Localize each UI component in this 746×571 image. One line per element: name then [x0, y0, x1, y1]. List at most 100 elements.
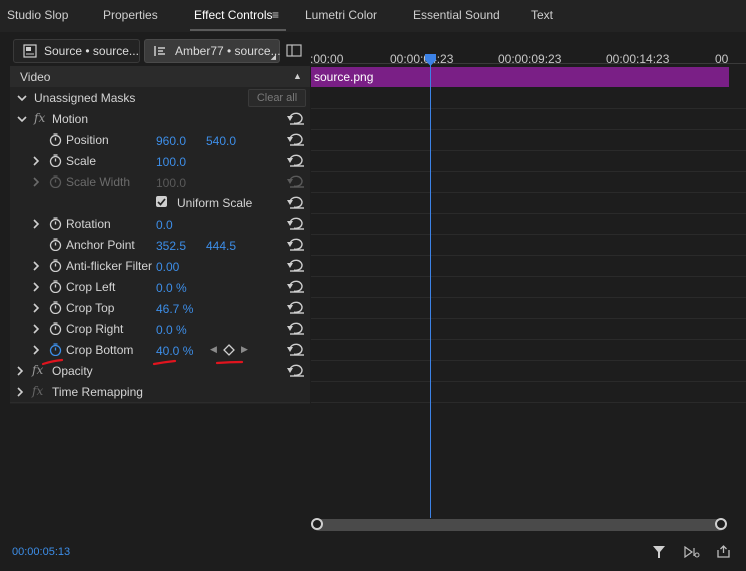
collapse-up-icon[interactable]: ▲ — [293, 71, 302, 81]
crop-top-value[interactable]: 46.7 % — [156, 302, 193, 316]
reset-icon[interactable] — [287, 238, 305, 251]
anti-flicker-filter-label: Anti-flicker Filter — [66, 259, 153, 273]
video-section-title: Video — [20, 70, 51, 84]
chevron-right-icon[interactable] — [30, 323, 42, 335]
stopwatch-icon[interactable] — [49, 175, 62, 188]
position-value[interactable]: 960.0 — [156, 134, 186, 148]
scale-value[interactable]: 100.0 — [156, 155, 186, 169]
filter-icon[interactable] — [652, 545, 666, 559]
timeline-grid-line — [311, 381, 746, 382]
panel-tab-bar: Studio Slop Properties Effect Controls ≡… — [0, 0, 746, 32]
reset-icon[interactable] — [287, 154, 305, 167]
timeline-grid-line — [311, 108, 746, 109]
unassigned-masks-row: Unassigned Masks Clear all — [10, 87, 310, 109]
timeline-grid-line — [311, 318, 746, 319]
stopwatch-icon[interactable] — [49, 322, 62, 335]
stopwatch-icon[interactable] — [49, 238, 62, 251]
property-row-crop-left: Crop Left 0.0 % — [10, 276, 310, 298]
anti-flicker-filter-value[interactable]: 0.00 — [156, 260, 179, 274]
anchor-point-value[interactable]: 352.5 — [156, 239, 186, 253]
clip-bar[interactable]: source.png — [311, 67, 729, 87]
sequence-clip-button[interactable]: Amber77 • source... ◢ — [144, 39, 281, 63]
scrollbar-right-handle[interactable] — [715, 518, 727, 530]
time-remapping-effect-row: fx Time Remapping — [10, 381, 310, 403]
unassigned-masks-label: Unassigned Masks — [34, 91, 136, 105]
playback-icon[interactable] — [684, 546, 700, 558]
reset-icon[interactable] — [287, 301, 305, 314]
chevron-right-icon[interactable] — [30, 218, 42, 230]
timeline-grid-line — [311, 171, 746, 172]
current-timecode[interactable]: 00:00:05:13 — [12, 546, 70, 558]
tab-properties[interactable]: Properties — [103, 8, 158, 22]
stopwatch-icon[interactable] — [49, 343, 62, 356]
property-row-anchor-point: Anchor Point 352.5 444.5 — [10, 234, 310, 256]
stopwatch-icon[interactable] — [49, 217, 62, 230]
property-row-rotation: Rotation 0.0 — [10, 213, 310, 235]
chevron-right-icon[interactable] — [30, 155, 42, 167]
stopwatch-icon[interactable] — [49, 154, 62, 167]
tab-studio-slop[interactable]: Studio Slop — [7, 8, 68, 22]
playhead-line[interactable] — [430, 60, 431, 518]
previous-keyframe-icon[interactable]: ◀ — [210, 344, 217, 355]
reset-icon[interactable] — [287, 364, 305, 377]
crop-right-value[interactable]: 0.0 % — [156, 323, 187, 337]
rotation-label: Rotation — [66, 217, 111, 231]
keyframe-diamond-icon[interactable] — [223, 344, 235, 356]
toggle-timeline-view-icon[interactable] — [286, 44, 302, 57]
timeline-grid-line — [311, 360, 746, 361]
reset-icon[interactable] — [287, 280, 305, 293]
panel-menu-icon[interactable]: ≡ — [272, 8, 279, 22]
chevron-right-icon[interactable] — [30, 344, 42, 356]
fx-icon[interactable]: fx — [34, 111, 45, 125]
chevron-right-icon[interactable] — [30, 302, 42, 314]
scale-width-value[interactable]: 100.0 — [156, 176, 186, 190]
chevron-right-icon[interactable] — [30, 260, 42, 272]
reset-icon[interactable] — [287, 343, 305, 356]
source-clip-icon — [23, 44, 37, 58]
position-value-2[interactable]: 540.0 — [206, 134, 236, 148]
reset-icon[interactable] — [287, 112, 305, 125]
chevron-right-icon[interactable] — [30, 281, 42, 293]
reset-icon[interactable] — [287, 175, 305, 188]
chevron-right-icon[interactable] — [14, 365, 26, 377]
reset-icon[interactable] — [287, 196, 305, 209]
playhead-handle-icon[interactable] — [424, 53, 437, 67]
source-clip-label: Source • source... — [44, 44, 139, 58]
uniform-scale-checkbox[interactable] — [156, 196, 167, 207]
clip-name: source.png — [314, 70, 374, 84]
clear-all-button[interactable]: Clear all — [248, 89, 306, 107]
timeline-grid-line — [311, 150, 746, 151]
reset-icon[interactable] — [287, 322, 305, 335]
reset-icon[interactable] — [287, 133, 305, 146]
timeline-zoom-scrollbar[interactable] — [311, 518, 727, 531]
tab-essential-sound[interactable]: Essential Sound — [413, 8, 500, 22]
reset-icon[interactable] — [287, 217, 305, 230]
timeline-grid-line — [311, 192, 746, 193]
stopwatch-icon[interactable] — [49, 280, 62, 293]
export-icon[interactable] — [716, 545, 731, 558]
property-row-scale-width: Scale Width 100.0 — [10, 171, 310, 193]
source-clip-button[interactable]: Source • source... — [13, 39, 140, 63]
crop-bottom-label: Crop Bottom — [66, 343, 134, 357]
motion-effect-row: fx Motion — [10, 108, 310, 130]
timeline-grid-line — [311, 339, 746, 340]
chevron-right-icon[interactable] — [14, 386, 26, 398]
tab-text[interactable]: Text — [531, 8, 553, 22]
stopwatch-icon[interactable] — [49, 133, 62, 146]
chevron-down-icon[interactable] — [16, 113, 28, 125]
chevron-down-icon[interactable] — [16, 92, 28, 104]
chevron-right-icon[interactable] — [30, 176, 42, 188]
next-keyframe-icon[interactable]: ▶ — [241, 344, 248, 355]
reset-icon[interactable] — [287, 259, 305, 272]
active-tab-indicator — [190, 29, 286, 31]
tab-effect-controls[interactable]: Effect Controls — [194, 8, 272, 22]
rotation-value[interactable]: 0.0 — [156, 218, 173, 232]
stopwatch-icon[interactable] — [49, 301, 62, 314]
stopwatch-icon[interactable] — [49, 259, 62, 272]
anchor-point-value-2[interactable]: 444.5 — [206, 239, 236, 253]
tab-lumetri-color[interactable]: Lumetri Color — [305, 8, 377, 22]
scrollbar-left-handle[interactable] — [311, 518, 323, 530]
crop-left-value[interactable]: 0.0 % — [156, 281, 187, 295]
dropdown-corner-icon[interactable]: ◢ — [271, 53, 276, 61]
timeline-grid-line — [311, 276, 746, 277]
